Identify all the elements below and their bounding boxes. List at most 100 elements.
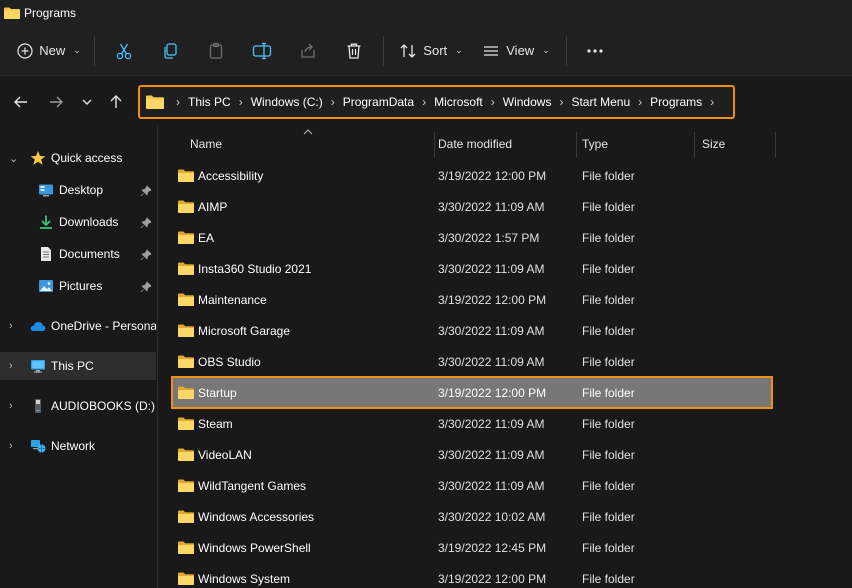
file-row[interactable]: Startup 3/19/2022 12:00 PM File folder <box>171 376 773 409</box>
chevron-right-icon[interactable]: › <box>239 95 243 109</box>
sidebar-item-downloads[interactable]: Downloads <box>0 208 156 236</box>
file-name: AIMP <box>198 199 228 214</box>
chevron-right-icon[interactable]: › <box>331 95 335 109</box>
address-bar[interactable]: › This PC › Windows (C:) › ProgramData ›… <box>138 85 735 119</box>
chevron-right-icon[interactable]: › <box>9 320 13 332</box>
chevron-right-icon[interactable]: › <box>710 95 714 109</box>
folder-icon <box>178 448 194 461</box>
file-name: Insta360 Studio 2021 <box>198 261 312 276</box>
drive-icon <box>35 399 41 413</box>
sort-button[interactable]: Sort ⌄ <box>390 34 472 68</box>
file-row[interactable]: EA 3/30/2022 1:57 PM File folder <box>173 223 771 252</box>
file-row[interactable]: Maintenance 3/19/2022 12:00 PM File folder <box>173 285 771 314</box>
file-row[interactable]: Insta360 Studio 2021 3/30/2022 11:09 AM Fi… <box>173 254 771 283</box>
back-button[interactable] <box>9 90 33 114</box>
more-options-button[interactable] <box>573 34 617 68</box>
file-date-modified: 3/30/2022 1:57 PM <box>438 230 540 245</box>
breadcrumb-start-menu[interactable]: Start Menu <box>571 95 630 109</box>
star-icon <box>30 151 46 165</box>
column-resize-handle[interactable] <box>775 132 776 158</box>
scissors-icon <box>116 43 132 59</box>
cut-button[interactable] <box>101 34 147 68</box>
sidebar-item-documents[interactable]: Documents <box>0 240 156 268</box>
file-row[interactable]: WildTangent Games 3/30/2022 11:09 AM File … <box>173 471 771 500</box>
sidebar-item-onedrive[interactable]: › OneDrive - Personal <box>0 312 156 340</box>
folder-icon <box>178 200 194 213</box>
breadcrumb-microsoft[interactable]: Microsoft <box>434 95 483 109</box>
file-list: Name Date modified Type Size Accessibili… <box>159 126 852 588</box>
column-header-name[interactable]: Name <box>190 126 434 162</box>
rename-button[interactable] <box>239 34 285 68</box>
new-button[interactable]: New ⌄ <box>10 34 88 68</box>
view-button[interactable]: View ⌄ <box>472 34 560 68</box>
file-date-modified: 3/30/2022 11:09 AM <box>438 447 545 462</box>
breadcrumb-this-pc[interactable]: This PC <box>188 95 231 109</box>
file-date-modified: 3/30/2022 11:09 AM <box>438 354 545 369</box>
column-header-size[interactable]: Size <box>702 126 772 162</box>
column-resize-handle[interactable] <box>576 132 577 158</box>
chevron-right-icon[interactable]: › <box>9 360 13 372</box>
folder-icon <box>178 169 194 182</box>
chevron-down-icon[interactable]: ⌄ <box>9 152 18 165</box>
file-row[interactable]: VideoLAN 3/30/2022 11:09 AM File folder <box>173 440 771 469</box>
forward-button[interactable] <box>44 90 68 114</box>
file-date-modified: 3/19/2022 12:00 PM <box>438 571 547 586</box>
file-row[interactable]: Windows Accessories 3/30/2022 10:02 AM Fil… <box>173 502 771 531</box>
file-row[interactable]: OBS Studio 3/30/2022 11:09 AM File folder <box>173 347 771 376</box>
paste-button[interactable] <box>193 34 239 68</box>
pin-icon[interactable] <box>140 249 152 261</box>
trash-icon <box>347 43 361 59</box>
file-type: File folder <box>582 571 635 586</box>
pin-icon[interactable] <box>140 217 152 229</box>
delete-button[interactable] <box>331 34 377 68</box>
file-row[interactable]: Microsoft Garage 3/30/2022 11:09 AM File f… <box>173 316 771 345</box>
pin-icon[interactable] <box>140 281 152 293</box>
sidebar-item-audiobooks-drive[interactable]: › AUDIOBOOKS (D:) <box>0 392 156 420</box>
sidebar-item-this-pc[interactable]: › This PC <box>0 352 156 380</box>
column-header-label: Date modified <box>438 137 513 151</box>
column-header-type[interactable]: Type <box>582 126 694 162</box>
up-button[interactable] <box>104 90 128 114</box>
column-resize-handle[interactable] <box>694 132 695 158</box>
chevron-right-icon[interactable]: › <box>9 400 13 412</box>
pin-icon[interactable] <box>140 185 152 197</box>
sidebar-item-network[interactable]: › Network <box>0 432 156 460</box>
folder-icon <box>178 417 194 430</box>
sidebar-item-label: Pictures <box>59 279 103 293</box>
recent-locations-button[interactable] <box>75 90 99 114</box>
navigation-bar: › This PC › Windows (C:) › ProgramData ›… <box>0 76 852 126</box>
sidebar-item-quick-access[interactable]: ⌄ Quick access <box>0 144 156 172</box>
file-row[interactable]: Accessibility 3/19/2022 12:00 PM File fold… <box>173 161 771 190</box>
folder-icon <box>178 510 194 523</box>
file-date-modified: 3/30/2022 10:02 AM <box>438 509 546 524</box>
breadcrumb-programdata[interactable]: ProgramData <box>343 95 414 109</box>
file-name: Microsoft Garage <box>198 323 291 338</box>
file-row[interactable]: Steam 3/30/2022 11:09 AM File folder <box>173 409 771 438</box>
rename-icon <box>252 42 272 59</box>
breadcrumb-windows-c[interactable]: Windows (C:) <box>251 95 323 109</box>
chevron-right-icon[interactable]: › <box>491 95 495 109</box>
sidebar-item-label: OneDrive - Personal <box>51 319 156 333</box>
file-date-modified: 3/19/2022 12:00 PM <box>438 385 547 400</box>
file-row[interactable]: Windows System 3/19/2022 12:00 PM File fol… <box>173 564 771 588</box>
file-row[interactable]: AIMP 3/30/2022 11:09 AM File folder <box>173 192 771 221</box>
share-button[interactable] <box>285 34 331 68</box>
sidebar-item-label: Quick access <box>51 151 123 165</box>
copy-button[interactable] <box>147 34 193 68</box>
breadcrumb-windows[interactable]: Windows <box>503 95 552 109</box>
chevron-down-icon: ⌄ <box>542 45 550 55</box>
chevron-right-icon[interactable]: › <box>638 95 642 109</box>
file-row[interactable]: Windows PowerShell 3/19/2022 12:45 PM File… <box>173 533 771 562</box>
sidebar-item-pictures[interactable]: Pictures <box>0 272 156 300</box>
file-type: File folder <box>582 292 635 307</box>
chevron-right-icon[interactable]: › <box>422 95 426 109</box>
file-date-modified: 3/19/2022 12:00 PM <box>438 168 547 183</box>
column-header-date-modified[interactable]: Date modified <box>438 126 576 162</box>
column-resize-handle[interactable] <box>434 132 435 158</box>
file-type: File folder <box>582 199 635 214</box>
chevron-down-icon <box>82 99 92 105</box>
sidebar-item-desktop[interactable]: Desktop <box>0 176 156 204</box>
chevron-right-icon[interactable]: › <box>559 95 563 109</box>
chevron-right-icon[interactable]: › <box>9 440 13 452</box>
breadcrumb-programs[interactable]: Programs <box>650 95 702 109</box>
